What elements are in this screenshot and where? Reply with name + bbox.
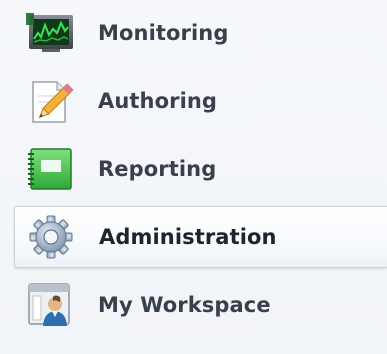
authoring-pencil-icon <box>22 75 78 127</box>
nav-item-administration-label: Administration <box>99 225 277 249</box>
nav-item-monitoring[interactable]: Monitoring <box>14 2 387 64</box>
nav-item-reporting[interactable]: Reporting <box>14 138 387 200</box>
nav-item-reporting-label: Reporting <box>98 157 217 181</box>
nav-item-monitoring-label: Monitoring <box>98 21 229 45</box>
nav-item-authoring-label: Authoring <box>98 89 218 113</box>
reporting-notebook-icon <box>22 143 78 195</box>
my-workspace-user-icon <box>22 279 78 331</box>
nav-item-administration[interactable]: Administration <box>14 206 387 268</box>
navigation-pane: Monitoring Authoring Reporting Administr… <box>0 0 387 354</box>
administration-gear-icon <box>23 211 79 263</box>
monitoring-screen-icon <box>22 7 78 59</box>
nav-item-my-workspace[interactable]: My Workspace <box>14 274 387 336</box>
nav-item-authoring[interactable]: Authoring <box>14 70 387 132</box>
nav-item-my-workspace-label: My Workspace <box>98 293 271 317</box>
